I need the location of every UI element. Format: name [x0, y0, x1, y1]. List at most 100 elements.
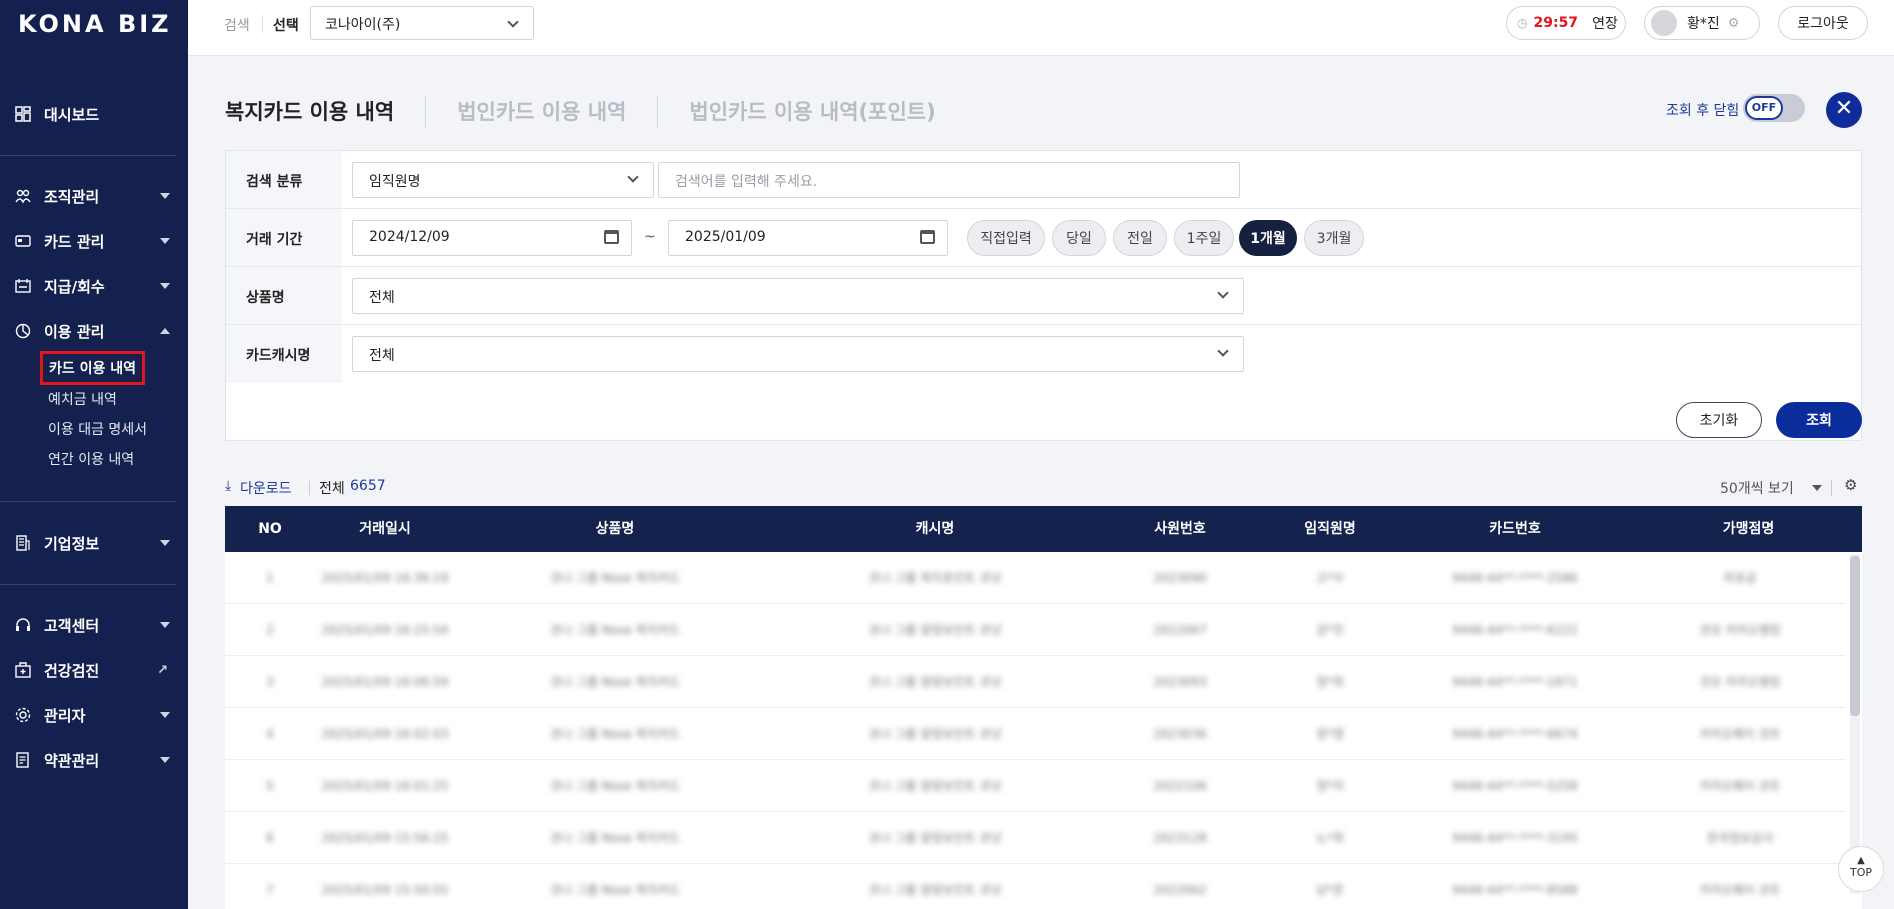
tab-corporate-card-points[interactable]: 법인카드 이용 내역(포인트): [657, 96, 966, 128]
chevron-down-icon: [1217, 345, 1229, 357]
chevron-down-icon: [507, 16, 519, 28]
table-row[interactable]: 2 2025/01/09 16:25:54 코나 그룹 Nose 복지카드 코나 그룹…: [225, 604, 1845, 656]
table-cell: 5: [266, 779, 274, 793]
table-cell: 남*준: [1315, 883, 1345, 897]
gear-icon[interactable]: ⚙: [1728, 16, 1740, 31]
close-after-search-toggle[interactable]: OFF: [1743, 94, 1805, 122]
date-from-input[interactable]: 2024/12/09: [352, 220, 632, 256]
cashier-select[interactable]: 전체: [352, 336, 1244, 372]
logout-button[interactable]: 로그아웃: [1778, 6, 1868, 40]
table-cell: 코나 그룹 복지포인트 코넛: [868, 571, 1002, 585]
table-row[interactable]: 6 2025/01/09 15:56:25 코나 그룹 Nose 복지카드 코나 그룹…: [225, 812, 1845, 864]
user-menu[interactable]: 황*진 ⚙: [1644, 6, 1760, 40]
table-cell: 코모 카카오뱅킹: [1699, 675, 1781, 689]
period-month-button[interactable]: 1개월: [1239, 220, 1297, 256]
page-size-select[interactable]: 50개씩 보기: [1720, 478, 1794, 498]
sidebar-item-payment[interactable]: 지급/회수: [0, 268, 188, 304]
table-cell: 코모 카카오뱅킹: [1699, 623, 1781, 637]
tab-bar: 복지카드 이용 내역 법인카드 이용 내역 법인카드 이용 내역(포인트): [225, 96, 967, 128]
chevron-down-icon: [160, 238, 170, 244]
table-cell: 6: [266, 831, 274, 845]
sidebar-subitem-deposit[interactable]: 예치금 내역: [48, 389, 117, 409]
timer-value: 29:57: [1533, 15, 1579, 31]
table-row[interactable]: 3 2025/01/09 16:06:59 코나 그룹 Nose 복지카드 코나 그룹…: [225, 656, 1845, 708]
table-cell: 정*영: [1315, 727, 1345, 741]
table-cell: 9446-44**-****-8588: [1452, 883, 1578, 897]
date-to-value: 2025/01/09: [685, 229, 766, 245]
top-header: 검색 선택 코나아이(주) ◷ 29:57 연장 황*진 ⚙ 로그아웃: [188, 0, 1894, 56]
reset-button[interactable]: 초기화: [1676, 402, 1762, 438]
sidebar-item-health[interactable]: 건강검진 ↗: [0, 652, 188, 688]
sidebar-item-dashboard[interactable]: 대시보드: [0, 96, 188, 132]
product-select[interactable]: 전체: [352, 278, 1244, 314]
sidebar-subitem-card-usage[interactable]: 카드 이용 내역: [40, 351, 146, 385]
chevron-up-icon: [160, 328, 170, 334]
period-week-button[interactable]: 1주일: [1174, 220, 1234, 256]
column-header[interactable]: 상품명: [455, 506, 775, 552]
period-today-button[interactable]: 당일: [1052, 220, 1106, 256]
table-cell: 코나 그룹 Nose 복지카드: [550, 571, 680, 585]
logo[interactable]: KONA BIZ: [18, 10, 172, 38]
date-to-input[interactable]: 2025/01/09: [668, 220, 948, 256]
table-cell: 2025/01/09 16:01:25: [321, 779, 449, 793]
period-custom-button[interactable]: 직접입력: [967, 220, 1045, 256]
sidebar-item-support[interactable]: 고객센터: [0, 607, 188, 643]
sidebar-item-terms[interactable]: 약관관리: [0, 742, 188, 778]
sidebar-item-label: 조직관리: [44, 187, 100, 206]
form-row-product: 상품명 전체: [226, 267, 1861, 325]
toggle-state: OFF: [1745, 96, 1783, 120]
table-row[interactable]: 4 2025/01/09 16:02:03 코나 그룹 Nose 복지카드 코나 그룹…: [225, 708, 1845, 760]
period-3month-button[interactable]: 3개월: [1304, 220, 1364, 256]
search-category-select[interactable]: 임직원명: [352, 162, 654, 198]
sidebar-item-company[interactable]: 기업정보: [0, 525, 188, 561]
table-cell: 9446-44**-****-1871: [1452, 675, 1578, 689]
period-yesterday-button[interactable]: 전일: [1113, 220, 1167, 256]
download-icon[interactable]: ⤓: [225, 478, 231, 494]
sidebar-item-organization[interactable]: 조직관리: [0, 178, 188, 214]
tab-corporate-card[interactable]: 법인카드 이용 내역: [425, 96, 657, 128]
sidebar-item-card[interactable]: 카드 관리: [0, 223, 188, 259]
column-header[interactable]: 사원번호: [1095, 506, 1265, 552]
search-button[interactable]: 조회: [1776, 402, 1862, 438]
table-cell: 정*희: [1315, 675, 1345, 689]
tab-welfare-card[interactable]: 복지카드 이용 내역: [225, 96, 425, 128]
column-header[interactable]: 카드번호: [1395, 506, 1635, 552]
table-cell: 9446-44**-****-6222: [1452, 623, 1578, 637]
table-row[interactable]: 1 2025/01/09 16:36:19 코나 그룹 Nose 복지카드 코나 그룹…: [225, 552, 1845, 604]
sidebar-item-label: 약관관리: [44, 751, 100, 770]
table-cell: 2: [266, 623, 274, 637]
divider: [309, 481, 310, 495]
session-timer: ◷ 29:57 연장: [1506, 6, 1626, 40]
company-select[interactable]: 코나아이(주): [310, 6, 534, 40]
table-cell: 코나 그룹 Nose 복지카드: [550, 883, 680, 897]
sidebar-subitem-statement[interactable]: 이용 대금 명세서: [48, 419, 147, 439]
column-header[interactable]: NO: [225, 506, 315, 552]
extend-button[interactable]: 연장: [1592, 13, 1618, 33]
divider: [1831, 480, 1832, 496]
table-row[interactable]: 7 2025/01/09 15:50:55 코나 그룹 Nose 복지카드 코나 그룹…: [225, 864, 1845, 909]
search-input[interactable]: 검색어를 입력해 주세요.: [658, 162, 1240, 198]
table-cell: 2025/01/09 15:50:55: [321, 883, 449, 897]
column-header[interactable]: 임직원명: [1265, 506, 1395, 552]
sidebar-item-usage[interactable]: 이용 관리: [0, 313, 188, 349]
calendar-icon[interactable]: [604, 230, 619, 244]
admin-icon: [14, 706, 32, 724]
sidebar-item-label: 이용 관리: [44, 322, 105, 341]
sidebar-item-admin[interactable]: 관리자: [0, 697, 188, 733]
settings-icon[interactable]: ⚙: [1844, 476, 1857, 494]
scroll-top-button[interactable]: ▲ TOP: [1838, 846, 1884, 892]
close-button[interactable]: ✕: [1826, 92, 1862, 128]
calendar-icon[interactable]: [920, 230, 935, 244]
column-header[interactable]: 가맹점명: [1635, 506, 1862, 552]
column-header[interactable]: 캐시명: [775, 506, 1095, 552]
download-button[interactable]: 다운로드: [240, 478, 292, 498]
sidebar-subitem-annual[interactable]: 연간 이용 내역: [48, 449, 134, 469]
column-header[interactable]: 거래일시: [315, 506, 455, 552]
scrollbar-thumb[interactable]: [1850, 556, 1860, 716]
sidebar-item-label: 관리자: [44, 706, 86, 725]
divider: [0, 501, 176, 502]
table-header: NO 거래일시 상품명 캐시명 사원번호 임직원명 카드번호 가맹점명: [225, 506, 1862, 552]
search-form: 검색 분류 임직원명 검색어를 입력해 주세요. 거래 기간 2024/12/0…: [225, 150, 1862, 441]
table-row[interactable]: 5 2025/01/09 16:01:25 코나 그룹 Nose 복지카드 코나 그룹…: [225, 760, 1845, 812]
table-cell: 코나 그룹 알맞보인트 코넛: [868, 623, 1002, 637]
